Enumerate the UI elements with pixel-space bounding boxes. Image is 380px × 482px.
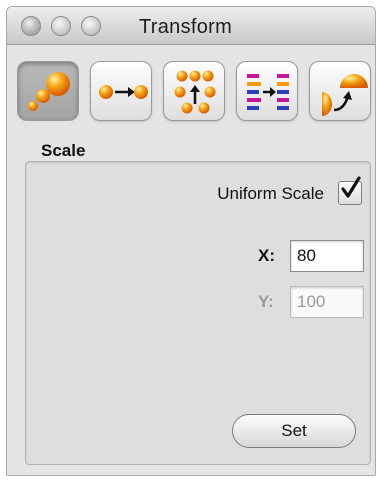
align-bars-icon — [247, 74, 289, 110]
x-label: X: — [258, 246, 275, 265]
checkmark-icon — [341, 176, 361, 198]
uniform-scale-checkbox[interactable] — [338, 176, 362, 205]
scale-section-label: Scale — [41, 141, 86, 160]
close-window-button[interactable] — [21, 16, 41, 36]
set-button[interactable]: Set — [232, 414, 356, 448]
transform-window: Transform Scale Uniform Scale X: 80 Y: 1… — [6, 6, 376, 476]
scale-tool-button[interactable] — [17, 61, 79, 121]
window-title: Transform — [139, 16, 233, 38]
align-tool-button[interactable] — [236, 61, 298, 121]
x-scale-input[interactable] — [290, 240, 364, 272]
scale-group-box: Uniform Scale X: Y: Set — [25, 161, 371, 465]
title-bar: Transform — [7, 7, 375, 45]
rotate-tool-button[interactable] — [309, 61, 371, 121]
transform-toolbar — [7, 45, 375, 135]
uniform-scale-label: Uniform Scale — [217, 184, 324, 203]
zoom-window-button[interactable] — [81, 16, 101, 36]
scale-spheres-icon — [28, 72, 70, 111]
spread-spheres-icon — [174, 70, 216, 114]
y-scale-input — [290, 286, 364, 318]
move-tool-button[interactable] — [90, 61, 152, 121]
move-spheres-icon — [99, 85, 148, 99]
y-label: Y: — [258, 292, 274, 311]
rotate-icon — [322, 74, 368, 116]
minimize-window-button[interactable] — [51, 16, 71, 36]
spread-tool-button[interactable] — [163, 61, 225, 121]
